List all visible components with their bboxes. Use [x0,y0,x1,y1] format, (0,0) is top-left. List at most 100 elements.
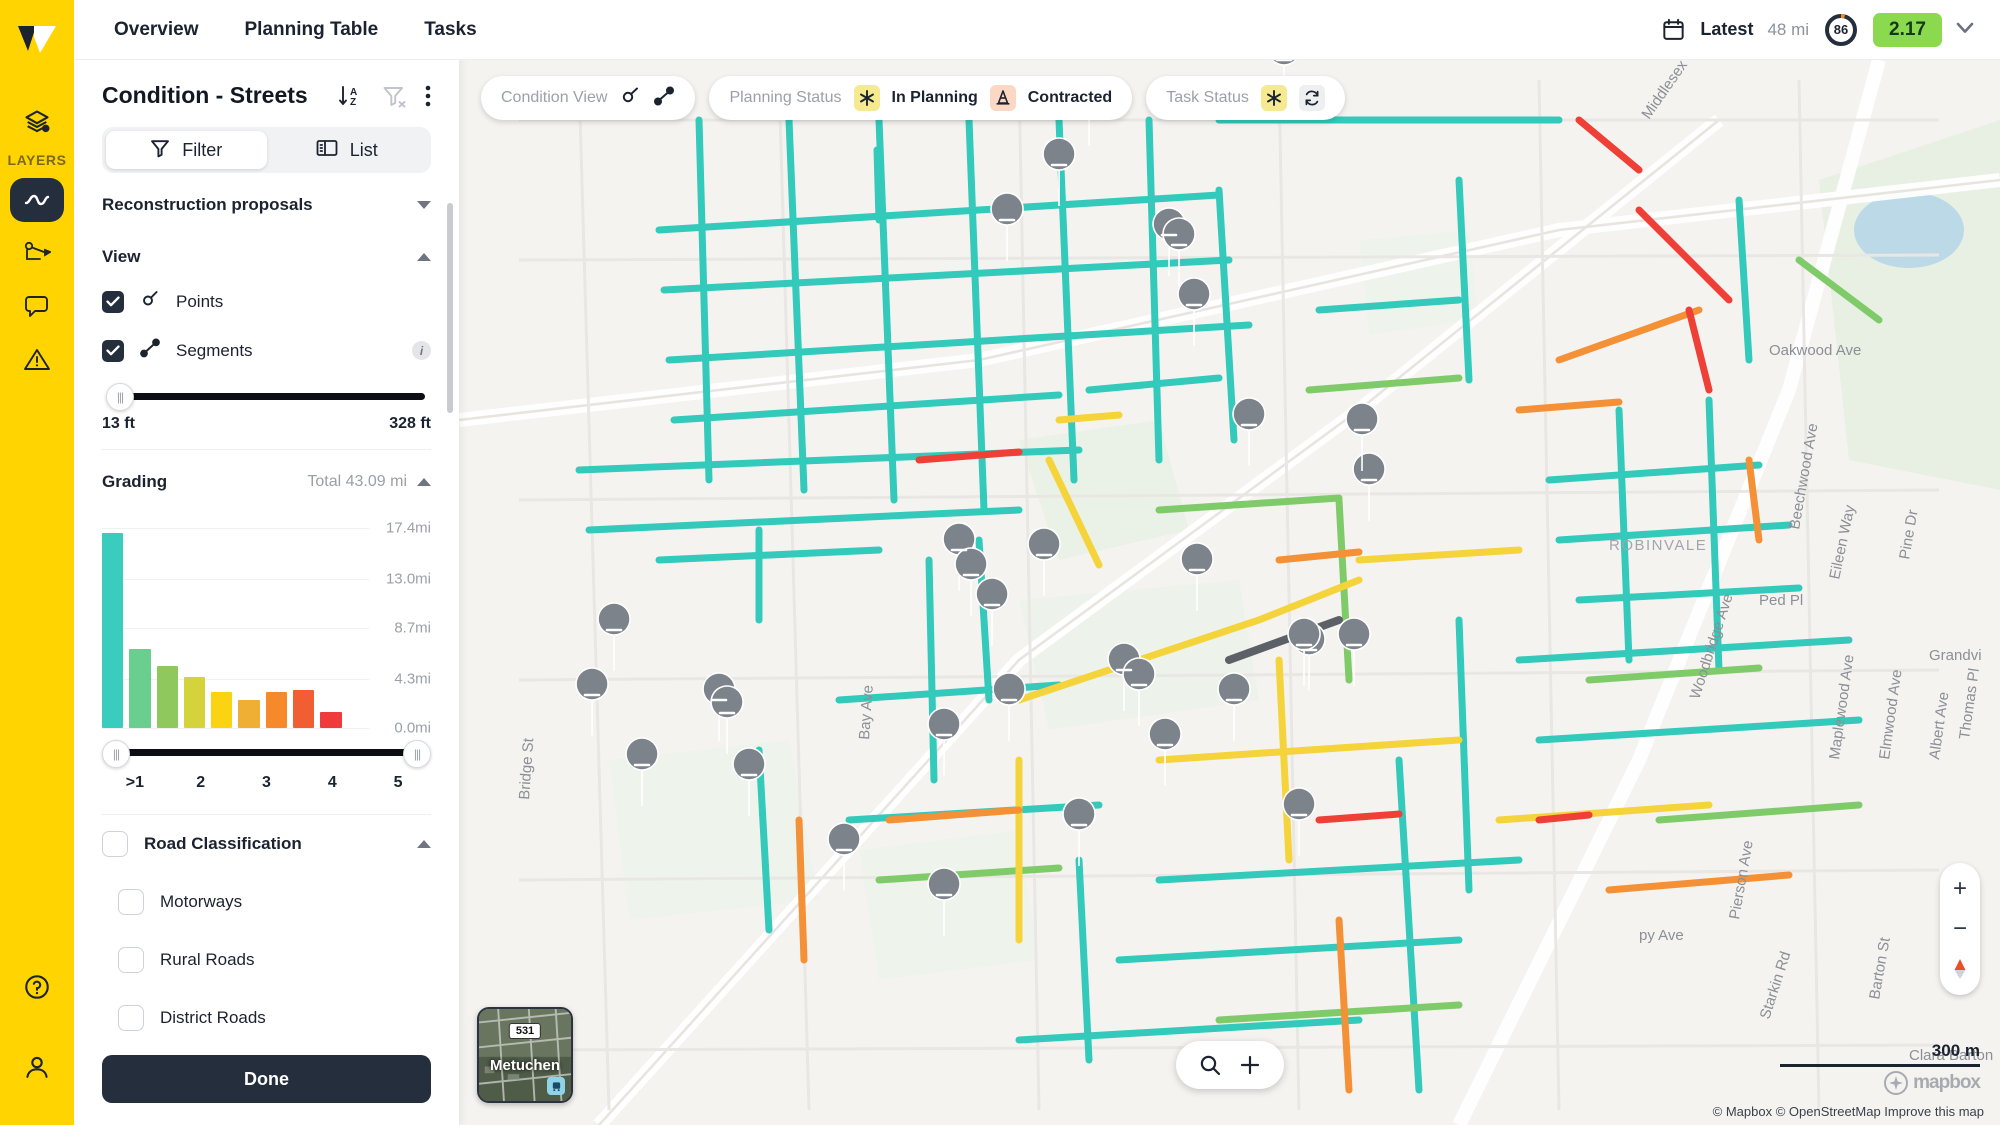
help-circle-icon[interactable] [11,963,63,1011]
tab-filter-label: Filter [182,139,223,160]
road-class-district-roads[interactable]: District Roads [118,989,431,1041]
chip-task-status[interactable]: Task Status [1146,76,1345,120]
grading-slider-knob-max[interactable]: ||| [403,740,431,768]
motorways-checkbox[interactable] [118,889,144,915]
road-class-motorways[interactable]: Motorways [118,873,431,931]
view-option-points[interactable]: Points [102,277,431,326]
compass-needle-icon[interactable] [1940,949,1980,989]
more-options-icon[interactable] [425,84,431,108]
section-road-classification[interactable]: Road Classification [102,815,431,873]
section-grading[interactable]: Grading Total 43.09 mi [102,450,431,502]
warning-triangle-icon[interactable] [11,336,63,384]
points-checkbox[interactable] [102,290,124,313]
grading-range-slider[interactable]: ||| ||| [102,738,431,768]
minimap-thumbnail[interactable]: 531 Metuchen [477,1007,573,1103]
segments-checkbox[interactable] [102,339,124,362]
filter-sidebar: Condition - Streets A Z Filter List Reco… [74,60,459,1125]
filter-list-toggle: Filter List [102,127,431,173]
rural-roads-label: Rural Roads [160,950,255,969]
plus-icon[interactable] [1238,1053,1262,1077]
chart-x-tick-label: 4 [327,774,337,791]
tab-filter[interactable]: Filter [106,131,267,169]
segments-network-icon[interactable] [11,228,63,276]
zoom-out-button[interactable]: − [1940,909,1980,949]
condition-score-donut: 86 [1823,12,1859,48]
point-node-icon[interactable] [619,86,641,111]
district-roads-label: District Roads [160,1008,266,1027]
panel-header: Condition - Streets A Z [74,60,459,109]
marker-pin-icon[interactable] [11,282,63,330]
filter-scroll-area[interactable]: Reconstruction proposals View Points Seg… [74,173,459,1041]
section-view[interactable]: View [102,225,431,277]
panel-scrollbar[interactable] [447,203,453,413]
chart-bar[interactable] [265,692,288,728]
chart-bar[interactable] [156,665,178,728]
view-option-segments[interactable]: Segments i [102,326,431,375]
chip-planning-status[interactable]: Planning Status In Planning Contracted [709,76,1133,120]
chip-condition-view[interactable]: Condition View [481,76,696,120]
score-badge: 2.17 [1873,12,1942,47]
segment-line-icon[interactable] [653,86,675,111]
nav-item-overview[interactable]: Overview [114,19,199,41]
district-roads-checkbox[interactable] [118,1005,144,1031]
chart-plot-area [102,528,369,729]
svg-text:Z: Z [350,97,356,108]
chart-x-tick-label: 5 [393,774,403,791]
calendar-icon[interactable] [1661,17,1686,42]
asterisk-icon[interactable] [1260,85,1287,111]
transit-icon[interactable] [547,1077,565,1095]
svg-text:ROBINVALE: ROBINVALE [1609,537,1707,554]
layers-icon[interactable] [11,98,63,146]
chevron-down-icon[interactable] [1956,22,1974,37]
user-account-icon[interactable] [11,1043,63,1091]
tab-list[interactable]: List [267,131,428,169]
chevron-up-icon[interactable] [417,478,431,486]
chart-bar[interactable] [238,700,260,728]
chart-bar[interactable] [293,690,315,728]
condition-wave-icon[interactable] [9,178,64,222]
sort-az-icon[interactable]: A Z [338,84,364,108]
search-icon[interactable] [1198,1053,1222,1077]
chart-bar[interactable] [211,692,233,728]
road-class-rural-roads[interactable]: Rural Roads [118,931,431,989]
info-icon[interactable]: i [412,341,431,360]
list-panel-icon [316,138,338,163]
grading-slider-knob-min[interactable]: ||| [102,740,130,768]
chart-bar[interactable] [129,648,151,728]
map-canvas[interactable]: Oakwood Ave Woodbridge Ave Eileen Way Pi… [459,60,2000,1125]
page-title: Condition - Streets [102,82,308,108]
asterisk-icon[interactable] [853,85,880,111]
refresh-cycle-icon[interactable] [1298,85,1325,111]
slider-max-label: 328 ft [389,415,431,432]
slider-knob-min[interactable]: ||| [106,383,134,411]
road-classification-checkbox[interactable] [102,831,128,857]
zoom-in-button[interactable]: + [1940,869,1980,909]
chevron-up-icon[interactable] [417,253,431,261]
chart-bar[interactable] [320,711,342,728]
chevron-down-icon[interactable] [417,201,431,209]
chip-planning-status-label: Planning Status [729,89,842,106]
chart-bar[interactable] [102,532,124,728]
map-search-controls [1175,1041,1284,1089]
filter-clear-icon[interactable] [382,84,407,108]
rural-roads-checkbox[interactable] [118,947,144,973]
segment-line-icon [139,338,161,363]
nav-item-planning-table[interactable]: Planning Table [245,19,379,41]
done-button[interactable]: Done [102,1055,431,1103]
traffic-cone-icon[interactable] [989,85,1016,111]
segment-length-slider[interactable]: ||| [102,381,431,411]
motorways-label: Motorways [160,892,243,911]
mapbox-logo[interactable]: mapbox [1884,1071,1981,1095]
nav-item-tasks[interactable]: Tasks [424,19,476,41]
vialytics-logo-icon[interactable] [15,22,59,58]
chart-y-tick-label: 0.0mi [394,719,431,737]
chart-y-tick-label: 13.0mi [385,570,431,588]
section-reconstruction-proposals[interactable]: Reconstruction proposals [102,173,431,225]
chart-bar[interactable] [183,677,206,728]
main-nav: Overview Planning Table Tasks [74,19,477,41]
map-attribution[interactable]: © Mapbox © OpenStreetMap Improve this ma… [1713,1104,1984,1119]
left-nav-rail: LAYERS [0,0,74,1125]
chart-bars[interactable] [102,528,369,728]
chevron-up-icon[interactable] [417,840,431,848]
svg-text:Ped Pl: Ped Pl [1759,592,1803,609]
